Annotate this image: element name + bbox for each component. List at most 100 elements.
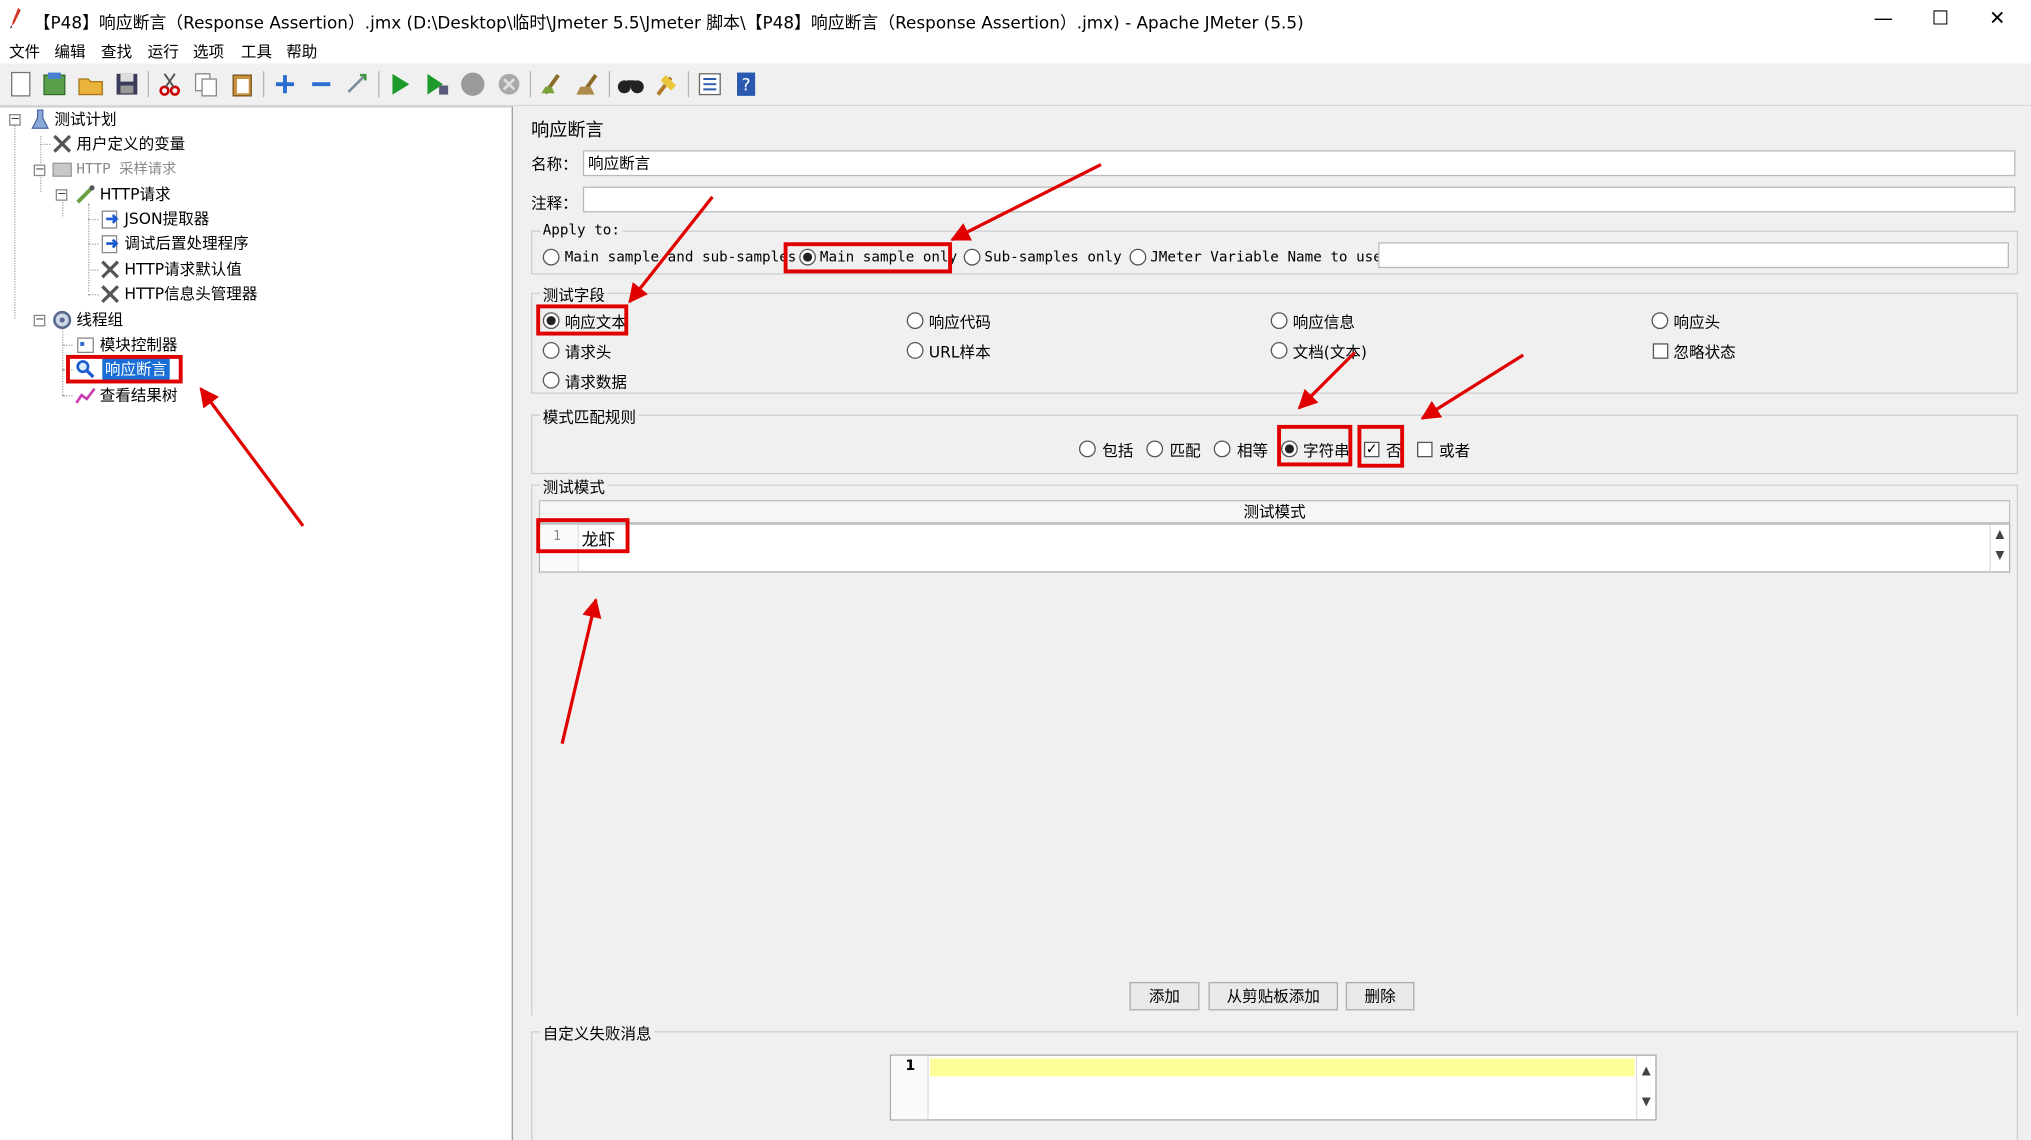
controller-icon [77,337,94,354]
patterns-legend: 测试模式 [540,475,608,498]
collapse-toggle[interactable]: − [55,188,68,201]
field-response-message-radio[interactable] [1270,312,1288,330]
field-request-headers-radio[interactable] [542,341,560,359]
custom-failure-legend: 自定义失败消息 [540,1022,655,1045]
name-field[interactable]: 响应断言 [582,150,2016,177]
save-icon[interactable] [113,70,141,98]
pattern-editor[interactable]: 1 龙虾 ▲ ▼ [538,523,2011,573]
clear-icon[interactable] [538,70,566,98]
patterns-group: 测试模式 测试模式 1 龙虾 ▲ ▼ [531,475,2019,1016]
comment-label: 注释： [531,194,578,213]
or-checkbox[interactable] [1417,441,1433,458]
stop-icon[interactable] [459,70,487,98]
test-plan-tree: − − − − 测试计划 用户定义的变量 HTTP 采样请求 HTTP请求 JS… [0,106,513,1140]
delete-button[interactable]: 删除 [1345,981,1415,1011]
field-request-headers-label: 请求头 [564,343,612,362]
name-label: 名称： [531,155,578,174]
apply-to-group: Apply to: Main sample and sub-samples Ma… [531,221,2019,275]
ignore-status-checkbox[interactable] [1652,343,1669,359]
minimize-button[interactable]: — [1855,0,1912,39]
collapse-toggle[interactable]: − [33,164,46,177]
apply-main-and-sub-label: Main sample and sub-samples [564,248,797,266]
jmeter-feather-icon [10,7,21,29]
comment-field[interactable] [582,186,2016,213]
panel-title: 响应断言 [531,120,604,142]
match-matches-label: 匹配 [1169,441,1201,460]
test-plan-icon [31,109,49,129]
paste-icon[interactable] [228,70,256,98]
menu-options[interactable]: 选项 [193,40,224,62]
field-response-code-radio[interactable] [906,312,924,330]
field-to-test-legend: 测试字段 [540,283,608,306]
annotation-box-response-text [536,304,629,336]
assertion-panel: 响应断言 名称： 响应断言 注释： Apply to: Main sample … [519,106,2031,1140]
close-button[interactable]: ✕ [1969,0,2026,39]
match-equals-radio[interactable] [1213,440,1231,458]
menu-search[interactable]: 查找 [101,40,132,62]
search-icon[interactable] [617,70,645,98]
apply-sub-only-radio[interactable] [963,248,981,266]
field-request-data-radio[interactable] [542,371,560,389]
toggle-icon[interactable] [343,70,371,98]
collapse-toggle[interactable]: − [9,113,21,126]
apply-variable-radio[interactable] [1129,248,1147,266]
config-icon [101,260,120,279]
field-response-headers-label: 响应头 [1673,313,1721,332]
menu-help[interactable]: 帮助 [286,40,317,62]
menu-run[interactable]: 运行 [148,40,179,62]
annotation-box-substring [1277,424,1353,467]
cut-icon[interactable] [155,70,183,98]
field-response-code-label: 响应代码 [928,313,991,332]
failure-message-editor[interactable]: 1 ▲ ▼ [889,1054,1657,1121]
collapse-icon[interactable] [307,70,335,98]
maximize-button[interactable]: ☐ [1912,0,1969,39]
annotation-box-pattern [536,518,630,554]
menu-file[interactable]: 文件 [9,40,40,62]
add-button[interactable]: 添加 [1129,981,1200,1011]
line-number: 1 [905,1057,916,1074]
tree-item-label: 用户定义的变量 [76,134,186,153]
shutdown-icon[interactable] [495,70,523,98]
variable-name-field[interactable] [1378,242,2009,269]
editor-scrollbar[interactable]: ▲ ▼ [1635,1055,1655,1120]
expand-icon[interactable] [271,70,299,98]
menu-edit[interactable]: 编辑 [54,40,85,62]
patterns-column-header[interactable]: 测试模式 [538,500,2011,524]
field-to-test-group: 测试字段 响应文本 响应代码 响应信息 响应头 请求头 URL样本 文档(文本)… [531,283,2019,394]
clear-all-icon[interactable] [574,70,602,98]
reset-search-icon[interactable] [653,70,681,98]
function-helper-icon[interactable] [696,70,724,98]
editor-scrollbar[interactable]: ▲ ▼ [1989,524,2009,572]
new-icon[interactable] [6,70,34,98]
collapse-toggle[interactable]: − [33,314,46,327]
menu-tools[interactable]: 工具 [241,40,272,62]
field-request-data-label: 请求数据 [564,373,627,392]
start-no-pause-icon[interactable] [422,70,450,98]
tree-item-label: 查看结果树 [99,386,178,405]
field-document-radio[interactable] [1270,341,1288,359]
annotation-box-tree-selection [66,354,183,384]
match-contains-radio[interactable] [1078,440,1096,458]
field-url-label: URL样本 [928,343,991,362]
config-icon [53,134,72,153]
tree-item-label: 线程组 [76,310,124,330]
post-processor-icon [101,210,119,229]
tree-item-label: 测试计划 [54,110,117,129]
pattern-matching-legend: 模式匹配规则 [540,405,639,428]
open-icon[interactable] [76,70,104,98]
field-response-headers-radio[interactable] [1651,312,1669,330]
tree-item-label: JSON提取器 [124,209,210,228]
apply-sub-only-label: Sub-samples only [984,248,1122,266]
copy-icon[interactable] [192,70,220,98]
svg-text:?: ? [742,75,751,95]
field-url-radio[interactable] [906,341,924,359]
start-icon[interactable] [386,70,414,98]
templates-icon[interactable] [40,70,68,98]
ignore-status-label: 忽略状态 [1673,343,1736,362]
tree-item-label: HTTP信息头管理器 [124,284,258,304]
match-matches-radio[interactable] [1146,440,1164,458]
add-from-clipboard-button[interactable]: 从剪贴板添加 [1208,981,1339,1011]
match-equals-label: 相等 [1236,441,1269,460]
apply-main-and-sub-radio[interactable] [542,248,560,266]
help-icon[interactable]: ? [732,70,760,98]
